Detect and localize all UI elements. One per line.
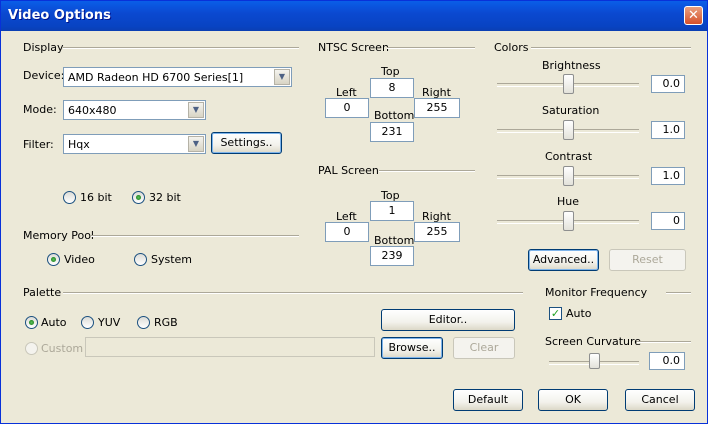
ntsc-bottom-field[interactable]: 231 [370,122,414,142]
radio-palette-yuv-label[interactable]: YUV [98,316,120,329]
ok-button[interactable]: OK [538,389,608,411]
device-select[interactable]: AMD Radeon HD 6700 Series[1] ▼ [63,67,292,87]
contrast-value: 1.0 [651,167,685,185]
saturation-slider[interactable] [563,120,574,140]
chevron-down-icon[interactable]: ▼ [188,102,204,118]
ntsc-top-field[interactable]: 8 [370,78,414,98]
pal-divider [379,170,475,172]
radio-system-label[interactable]: System [151,253,192,266]
ntsc-divider [387,47,475,49]
advanced-button[interactable]: Advanced.. [528,249,599,271]
video-options-dialog: Video Options ✕ Display Device: AMD Rade… [0,0,708,424]
hue-label: Hue [557,195,580,208]
radio-32bit-label[interactable]: 32 bit [149,191,181,204]
colors-group-label: Colors [494,41,533,54]
radio-16bit-label[interactable]: 16 bit [80,191,112,204]
saturation-label: Saturation [542,104,600,117]
pal-right-field[interactable]: 255 [414,222,460,242]
mode-select[interactable]: 640x480 ▼ [63,100,206,120]
ntsc-group-label: NTSC Screen [318,41,393,54]
ntsc-left-field[interactable]: 0 [325,98,369,118]
pal-top-field[interactable]: 1 [370,201,414,221]
monitor-auto-label[interactable]: Auto [566,307,592,320]
radio-palette-custom[interactable] [25,342,38,355]
pal-group-label: PAL Screen [318,164,383,177]
screen-curvature-group-label: Screen Curvature [545,335,646,348]
ntsc-bottom-label: Bottom [374,109,415,122]
mode-label: Mode: [23,103,57,116]
chevron-down-icon[interactable]: ▼ [274,69,290,85]
contrast-slider[interactable] [563,166,574,186]
brightness-value: 0.0 [651,75,685,93]
radio-palette-auto[interactable] [25,316,38,329]
radio-palette-yuv[interactable] [81,316,94,329]
cancel-button[interactable]: Cancel [625,389,695,411]
contrast-label: Contrast [545,150,593,163]
radio-video-label[interactable]: Video [64,253,95,266]
ntsc-right-field[interactable]: 255 [414,98,460,118]
screen-curvature-divider [637,341,691,343]
default-button[interactable]: Default [453,389,523,411]
device-label: Device: [23,69,65,82]
display-group-label: Display [23,41,68,54]
brightness-label: Brightness [542,59,601,72]
monitor-auto-checkbox[interactable]: ✓ [549,307,562,320]
saturation-value: 1.0 [651,121,685,139]
monitor-frequency-divider [666,292,691,294]
window-title: Video Options [8,8,111,23]
curvature-slider[interactable] [589,353,600,369]
curvature-value: 0.0 [649,352,685,370]
radio-16bit[interactable] [63,191,76,204]
browse-button[interactable]: Browse.. [381,337,443,359]
radio-video[interactable] [47,253,60,266]
colors-divider [531,47,691,49]
title-bar[interactable]: Video Options ✕ [1,1,707,31]
filter-select[interactable]: Hqx ▼ [63,134,206,154]
clear-button[interactable]: Clear [453,337,515,359]
display-divider [63,47,299,49]
filter-value: Hqx [68,138,90,151]
hue-slider[interactable] [563,211,574,231]
memory-pool-group-label: Memory Pool [23,229,98,242]
palette-divider [63,292,523,294]
editor-button[interactable]: Editor.. [381,309,515,331]
hue-value: 0 [651,212,685,230]
filter-label: Filter: [23,138,54,151]
device-value: AMD Radeon HD 6700 Series[1] [68,71,244,84]
radio-32bit[interactable] [132,191,145,204]
ntsc-top-label: Top [381,65,400,78]
radio-palette-rgb[interactable] [137,316,150,329]
memory-pool-divider [91,235,299,237]
palette-group-label: Palette [23,286,66,299]
radio-palette-rgb-label[interactable]: RGB [154,316,178,329]
radio-palette-auto-label[interactable]: Auto [41,316,67,329]
custom-palette-path-field[interactable] [85,337,375,357]
pal-bottom-field[interactable]: 239 [370,246,414,266]
chevron-down-icon[interactable]: ▼ [188,136,204,152]
radio-system[interactable] [134,253,147,266]
settings-button[interactable]: Settings.. [211,132,282,154]
close-icon[interactable]: ✕ [684,6,703,25]
mode-value: 640x480 [68,104,117,117]
reset-button[interactable]: Reset [609,249,686,271]
monitor-frequency-group-label: Monitor Frequency [545,286,652,299]
radio-palette-custom-label[interactable]: Custom [41,342,83,355]
pal-left-field[interactable]: 0 [325,222,369,242]
brightness-slider[interactable] [563,74,574,94]
